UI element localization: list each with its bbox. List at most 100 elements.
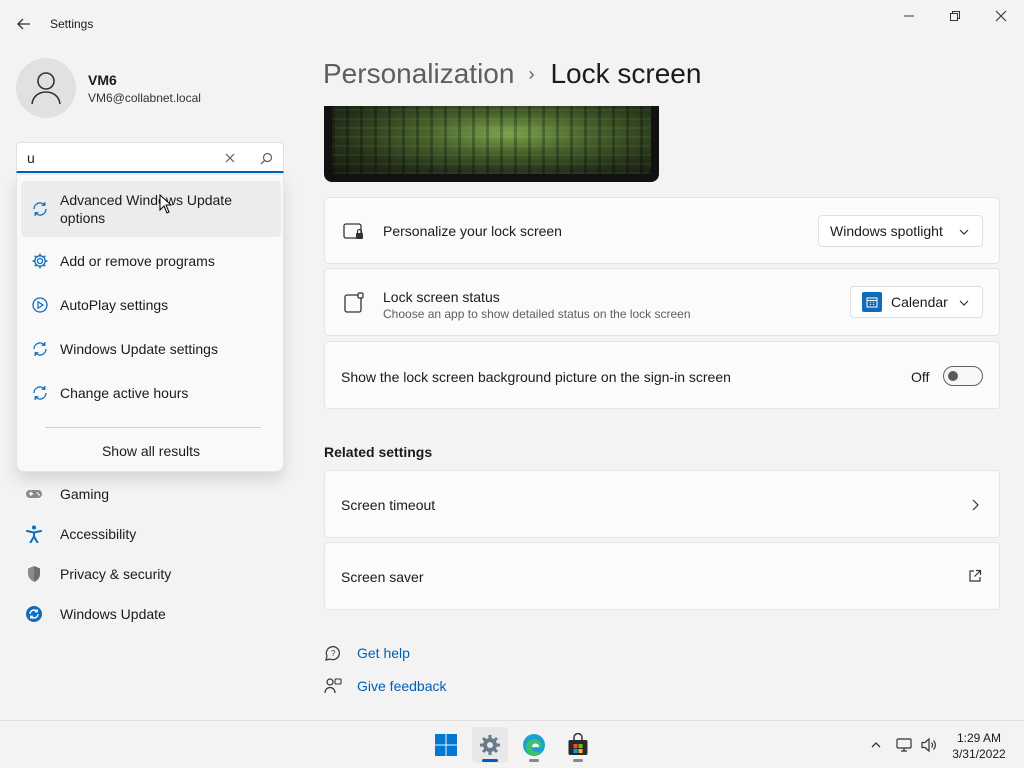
minimize-icon [904,15,914,17]
breadcrumb-parent[interactable]: Personalization [323,58,514,90]
nav-item-gaming[interactable]: Gaming [24,480,284,508]
update-icon [33,342,47,356]
search-suggestions: Advanced Windows Update options Add or r… [16,174,284,472]
suggestion-label: AutoPlay settings [60,297,169,313]
taskbar-store-app[interactable] [560,727,596,763]
close-icon [225,153,235,163]
nav-item-windows-update[interactable]: Windows Update [24,600,284,628]
toggle-state-label: Off [911,369,930,385]
nav-item-privacy-security[interactable]: Privacy & security [24,560,284,588]
suggestion-label: Windows Update settings [60,341,218,357]
accessibility-icon [24,524,44,544]
back-button[interactable] [12,12,36,36]
taskbar-edge-app[interactable] [516,727,552,763]
feedback-icon [324,677,342,695]
screen-timeout-card[interactable]: Screen timeout [324,470,1000,538]
settings-gear-icon [480,735,500,755]
lock-screen-preview [324,106,659,182]
screen-timeout-label: Screen timeout [341,497,436,513]
give-feedback-link[interactable]: Give feedback [324,676,447,696]
suggestion-autoplay-settings[interactable]: AutoPlay settings [21,287,281,323]
signin-background-card: Show the lock screen background picture … [324,341,1000,409]
get-help-link[interactable]: ? Get help [324,643,410,663]
lock-screen-preview-image [332,106,651,174]
edge-browser-icon [523,734,545,756]
user-name: VM6 [88,72,117,88]
autoplay-icon [32,297,48,313]
breadcrumb-separator: › [528,63,535,84]
suggestion-advanced-windows-update[interactable]: Advanced Windows Update options [21,181,281,237]
speaker-icon [921,737,936,753]
volume-button[interactable] [918,735,940,755]
search-input[interactable] [27,149,217,167]
personalize-title: Personalize your lock screen [383,223,562,239]
divider [45,427,261,428]
signin-background-toggle[interactable] [943,366,983,386]
status-device-icon [343,292,365,314]
dropdown-value: Windows spotlight [830,223,943,239]
nav-item-accessibility[interactable]: Accessibility [24,520,284,548]
arrow-left-icon [17,18,30,30]
windows-logo-icon [435,734,457,756]
calendar-icon [862,292,882,312]
open-external-icon [969,569,982,582]
chevron-down-icon [959,229,969,235]
status-title: Lock screen status [383,289,500,305]
related-settings-heading: Related settings [324,444,433,460]
get-help-label: Get help [357,645,410,661]
taskbar-settings-app[interactable] [472,727,508,763]
network-icon [896,738,912,752]
update-icon [33,386,47,400]
close-button[interactable] [978,4,1024,28]
network-status-button[interactable] [893,735,915,755]
window-title: Settings [50,17,94,31]
personalize-lock-screen-card: Personalize your lock screen Windows spo… [324,197,1000,264]
chevron-right-icon [972,499,979,511]
nav-item-label: Gaming [60,486,110,502]
svg-text:?: ? [331,649,336,658]
clock-date: 3/31/2022 [952,747,1006,761]
user-email: VM6@collabnet.local [88,91,201,105]
personalize-dropdown[interactable]: Windows spotlight [818,215,983,247]
clear-search-button[interactable] [221,149,239,167]
search-button[interactable] [257,149,275,167]
screen-saver-label: Screen saver [341,569,424,585]
clock[interactable]: 1:29 AM 3/31/2022 [948,730,1010,762]
screen-saver-card[interactable]: Screen saver [324,542,1000,610]
restore-icon [950,11,960,21]
suggestion-label: Change active hours [60,385,189,401]
active-indicator [482,759,498,762]
help-icon: ? [324,644,342,662]
close-icon [995,10,1007,22]
lock-screen-device-icon [343,221,365,243]
update-icon [33,202,47,216]
suggestion-windows-update-settings[interactable]: Windows Update settings [21,331,281,367]
status-dropdown[interactable]: Calendar [850,286,983,318]
suggestion-add-remove-programs[interactable]: Add or remove programs [21,243,281,279]
breadcrumb: Personalization › Lock screen [323,58,701,90]
running-indicator [529,759,539,762]
shield-icon [24,564,44,584]
chevron-up-icon [871,742,881,748]
dropdown-value: Calendar [891,294,948,310]
mouse-cursor-icon [159,194,173,214]
suggestion-change-active-hours[interactable]: Change active hours [21,375,281,411]
restore-button[interactable] [932,4,978,28]
update-icon [24,604,44,624]
clock-time: 1:29 AM [956,731,1002,745]
title-bar: Settings [0,0,1024,48]
show-hidden-icons-button[interactable] [866,735,886,755]
minimize-button[interactable] [886,4,932,28]
nav-item-label: Privacy & security [60,566,172,582]
gear-icon [32,253,48,269]
lock-screen-status-card: Lock screen status Choose an app to show… [324,268,1000,336]
show-all-results-button[interactable]: Show all results [17,443,285,459]
start-button[interactable] [428,727,464,763]
avatar[interactable] [16,58,76,118]
suggestion-label: Add or remove programs [60,253,215,269]
search-box[interactable] [16,142,284,173]
page-title: Lock screen [550,58,702,89]
store-bag-icon [568,733,588,755]
give-feedback-label: Give feedback [357,678,447,694]
gamepad-icon [24,484,44,504]
